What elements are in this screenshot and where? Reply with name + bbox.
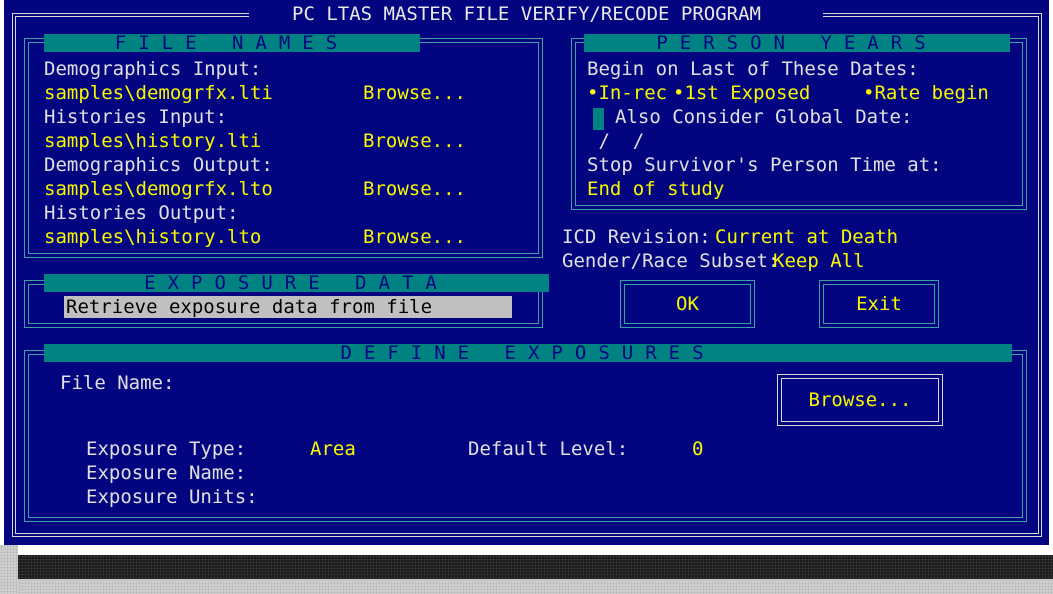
file-names-header: FILE NAMES bbox=[44, 34, 420, 52]
global-date-label: Also Consider Global Date: bbox=[615, 106, 913, 128]
demographics-input-field[interactable]: samples\demogrfx.lti bbox=[44, 82, 273, 104]
exposure-file-name-label: File Name: bbox=[60, 372, 175, 394]
exposure-browse-label: Browse... bbox=[808, 389, 912, 411]
icd-revision-value[interactable]: Current at Death bbox=[715, 226, 898, 248]
demographics-input-browse-button[interactable]: Browse... bbox=[363, 82, 466, 104]
stop-time-label: Stop Survivor's Person Time at: bbox=[587, 154, 942, 176]
subset-label: Gender/Race Subset: bbox=[562, 250, 780, 272]
histories-output-label: Histories Output: bbox=[44, 202, 239, 224]
exposure-type-label: Exposure Type: bbox=[86, 438, 247, 460]
global-date-field[interactable]: / / bbox=[587, 130, 644, 152]
begin-dates-label: Begin on Last of These Dates: bbox=[587, 58, 919, 80]
exit-button-label: Exit bbox=[856, 293, 902, 315]
desktop-background bbox=[0, 545, 18, 594]
demographics-output-field[interactable]: samples\demogrfx.lto bbox=[44, 178, 273, 200]
histories-output-field[interactable]: samples\history.lto bbox=[44, 226, 261, 248]
exposure-data-header: EXPOSURE DATA bbox=[44, 274, 549, 292]
exposure-browse-button[interactable]: Browse... bbox=[777, 374, 943, 426]
exposure-units-label: Exposure Units: bbox=[86, 486, 258, 508]
screen: PC LTAS MASTER FILE VERIFY/RECODE PROGRA… bbox=[0, 0, 1053, 594]
default-level-label: Default Level: bbox=[468, 438, 629, 460]
option-in-rec[interactable]: •In-rec bbox=[587, 82, 667, 104]
histories-input-browse-button[interactable]: Browse... bbox=[363, 130, 466, 152]
stop-time-value[interactable]: End of study bbox=[587, 178, 724, 200]
histories-input-label: Histories Input: bbox=[44, 106, 228, 128]
exit-button[interactable]: Exit bbox=[819, 280, 939, 328]
histories-output-browse-button[interactable]: Browse... bbox=[363, 226, 466, 248]
default-level-value[interactable]: 0 bbox=[692, 438, 703, 460]
global-date-checkbox[interactable] bbox=[593, 108, 604, 130]
desktop-background-bottom bbox=[18, 579, 1053, 594]
taskbar bbox=[18, 555, 1053, 579]
demographics-input-label: Demographics Input: bbox=[44, 58, 262, 80]
option-rate-begin[interactable]: •Rate begin bbox=[863, 82, 989, 104]
ok-button-label: OK bbox=[676, 293, 699, 315]
exposure-type-value[interactable]: Area bbox=[310, 438, 356, 460]
ok-button[interactable]: OK bbox=[620, 280, 755, 328]
subset-value[interactable]: Keep All bbox=[773, 250, 865, 272]
demographics-output-browse-button[interactable]: Browse... bbox=[363, 178, 466, 200]
dos-window: PC LTAS MASTER FILE VERIFY/RECODE PROGRA… bbox=[4, 0, 1049, 545]
demographics-output-label: Demographics Output: bbox=[44, 154, 273, 176]
exposure-name-label: Exposure Name: bbox=[86, 462, 247, 484]
histories-input-field[interactable]: samples\history.lti bbox=[44, 130, 261, 152]
define-exposures-header: DEFINE EXPOSURES bbox=[44, 344, 1012, 362]
option-1st-exposed[interactable]: •1st Exposed bbox=[673, 82, 810, 104]
exposure-data-selector[interactable]: Retrieve exposure data from file bbox=[64, 296, 512, 318]
icd-revision-label: ICD Revision: bbox=[562, 226, 711, 248]
window-title: PC LTAS MASTER FILE VERIFY/RECODE PROGRA… bbox=[292, 3, 761, 25]
person-years-header: PERSON YEARS bbox=[584, 34, 1010, 52]
